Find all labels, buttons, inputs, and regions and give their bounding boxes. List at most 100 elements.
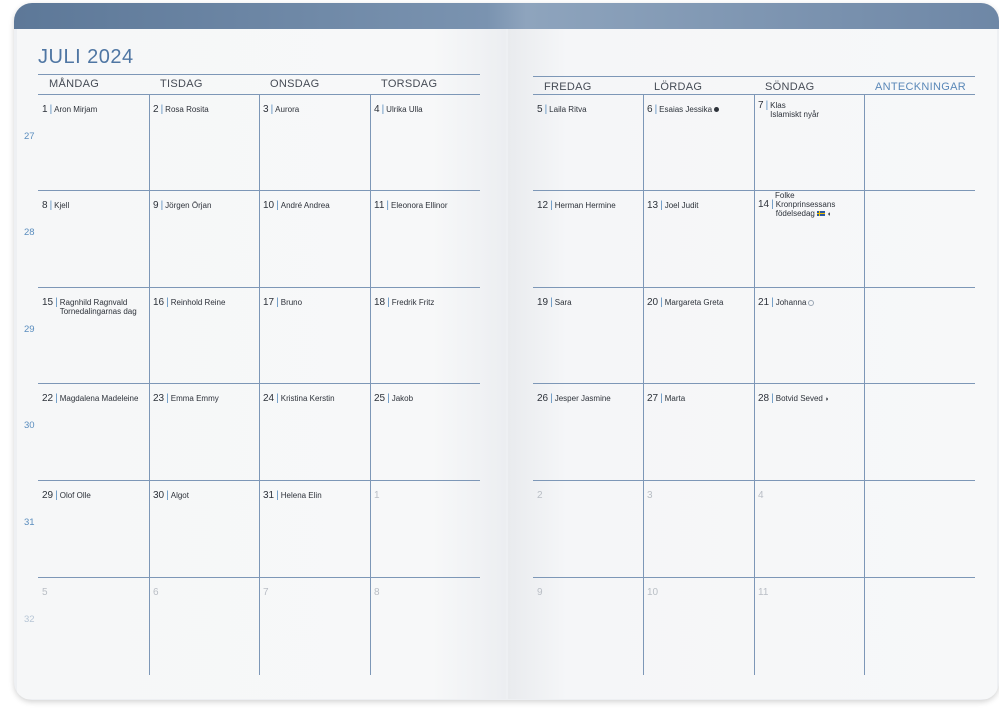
day-cell[interactable]: 11 [758,588,768,598]
day-cell[interactable]: 4 | Ulrika Ulla [374,104,423,115]
day-cell[interactable]: 25 | Jakob [374,394,413,404]
day-cell[interactable]: 17 | Bruno [263,298,302,308]
new-moon-icon [714,107,720,113]
day-cell[interactable]: 1 [374,490,380,501]
day-cell[interactable]: 27 | Marta [647,393,685,404]
day-cell[interactable]: 13 | Joel Judit [647,201,699,211]
day-cell[interactable]: 9 | Jörgen Örjan [153,200,211,211]
day-separator: | [381,104,385,115]
day-name: André Andrea [280,201,330,210]
day-number: 12 [537,200,549,211]
day-name: Botvid Seved ◗ [775,394,830,403]
right-column-rule [754,95,755,675]
day-cell[interactable]: 5 | Laila Ritva [537,104,587,115]
day-number: 24 [263,393,275,404]
month-title: JULI 2024 [38,46,134,68]
day-cell[interactable]: 1 | Aron Mirjam [42,104,98,115]
day-number: 10 [647,587,659,598]
day-cell[interactable]: 31 | Helena Elin [263,491,322,501]
day-cell[interactable]: 23 | Emma Emmy [153,394,219,404]
day-names: Botvid Seved ◗ [776,394,829,403]
day-number: 10 [263,200,275,211]
day-names: Helena Elin [281,491,322,500]
day-names: Ulrika Ulla [386,105,422,114]
week-number: 29 [24,324,35,335]
day-separator: | [544,104,548,115]
day-number: 11 [374,200,385,211]
day-cell[interactable]: 11 | Eleonora Ellinor [374,200,447,211]
day-cell[interactable]: 3 [647,491,653,501]
day-names: Olof Olle [60,491,91,500]
day-cell[interactable]: 5 [42,588,48,598]
first-quarter-moon-icon: ◖ [826,211,832,218]
day-cell[interactable]: 4 [758,491,764,501]
day-names: Sara [555,298,572,307]
day-cell[interactable]: 10 [647,587,659,598]
day-header-torsdag: TORSDAG [381,78,438,90]
day-separator: | [49,104,53,115]
day-number: 6 [647,104,653,115]
week-number: 31 [24,517,35,528]
day-cell[interactable]: 2 | Rosa Rosita [153,104,209,115]
day-number: 9 [153,200,159,211]
day-cell[interactable]: 9 [537,588,543,598]
day-separator: | [276,200,279,211]
day-cell[interactable]: 29 | Olof Olle [42,490,91,501]
day-cell[interactable]: 8 | Kjell [42,201,69,211]
day-names: Jakob [392,394,413,403]
day-cell[interactable]: Folke 14 | Kronprinsessans födelsedag ◖ [758,191,835,219]
right-page [508,29,997,699]
day-number: 4 [374,104,380,115]
week-number: 28 [24,227,35,238]
day-cell[interactable]: 8 [374,588,380,598]
day-header-tisdag: TISDAG [160,78,203,90]
day-cell[interactable]: 7 | Klas Islamiskt nyår [758,101,819,120]
day-names: Kronprinsessans födelsedag ◖ [776,200,836,219]
day-cell[interactable]: 3 | Aurora [263,104,300,115]
day-cell[interactable]: 26 | Jesper Jasmine [537,394,611,404]
day-name: Reinhold Reine [170,298,226,307]
day-separator: | [386,200,389,211]
day-name: Aron Mirjam [54,105,98,114]
notes-header: ANTECKNINGAR [875,81,966,93]
day-name: Kronprinsessans [775,200,836,209]
day-separator: | [166,297,169,308]
day-separator: | [660,297,663,308]
day-number: 2 [153,104,159,115]
day-header-måndag: MÅNDAG [49,78,100,90]
day-number: 14 [758,199,770,210]
day-cell[interactable]: 21 | Johanna [758,298,815,308]
day-name: Jakob [391,394,414,403]
day-cell[interactable]: 30 | Algot [153,491,189,501]
day-cell[interactable]: 15 | Ragnhild Ragnvald Tornedalingarnas dag [42,298,137,317]
day-cell[interactable]: 6 | Esaias Jessika [647,104,720,115]
day-cell[interactable]: 22 | Magdalena Madeleine [42,394,138,404]
left-column-rule [259,95,260,675]
day-number: 1 [374,490,380,501]
day-names: Jörgen Örjan [165,201,211,210]
swedish-flag-icon [816,211,825,217]
day-separator: | [387,297,390,308]
day-cell[interactable]: 24 | Kristina Kerstin [263,393,335,404]
day-separator: | [550,297,553,308]
day-names: Klas Islamiskt nyår [770,101,819,119]
day-cell[interactable]: 19 | Sara [537,297,572,308]
day-cell[interactable]: 28 | Botvid Seved ◗ [758,394,829,404]
left-column-rule [370,95,371,675]
day-cell[interactable]: 6 [153,588,159,598]
day-name: Johanna [776,298,815,307]
day-number: 3 [263,104,269,115]
day-cell[interactable]: 7 [263,588,269,598]
day-number: 29 [42,490,54,501]
day-cell[interactable]: 16 | Reinhold Reine [153,297,226,308]
day-names: Laila Ritva [549,105,586,114]
day-name: Aurora [275,105,300,114]
day-cell[interactable]: 12 | Herman Hermine [537,200,616,211]
day-cell[interactable]: 2 [537,491,543,501]
left-page [17,29,506,699]
day-separator: | [660,393,663,404]
day-cell[interactable]: 20 | Margareta Greta [647,297,723,308]
day-cell[interactable]: 10 | André Andrea [263,200,330,211]
day-name: Laila Ritva [549,105,587,114]
day-cell[interactable]: 18 | Fredrik Fritz [374,297,434,308]
